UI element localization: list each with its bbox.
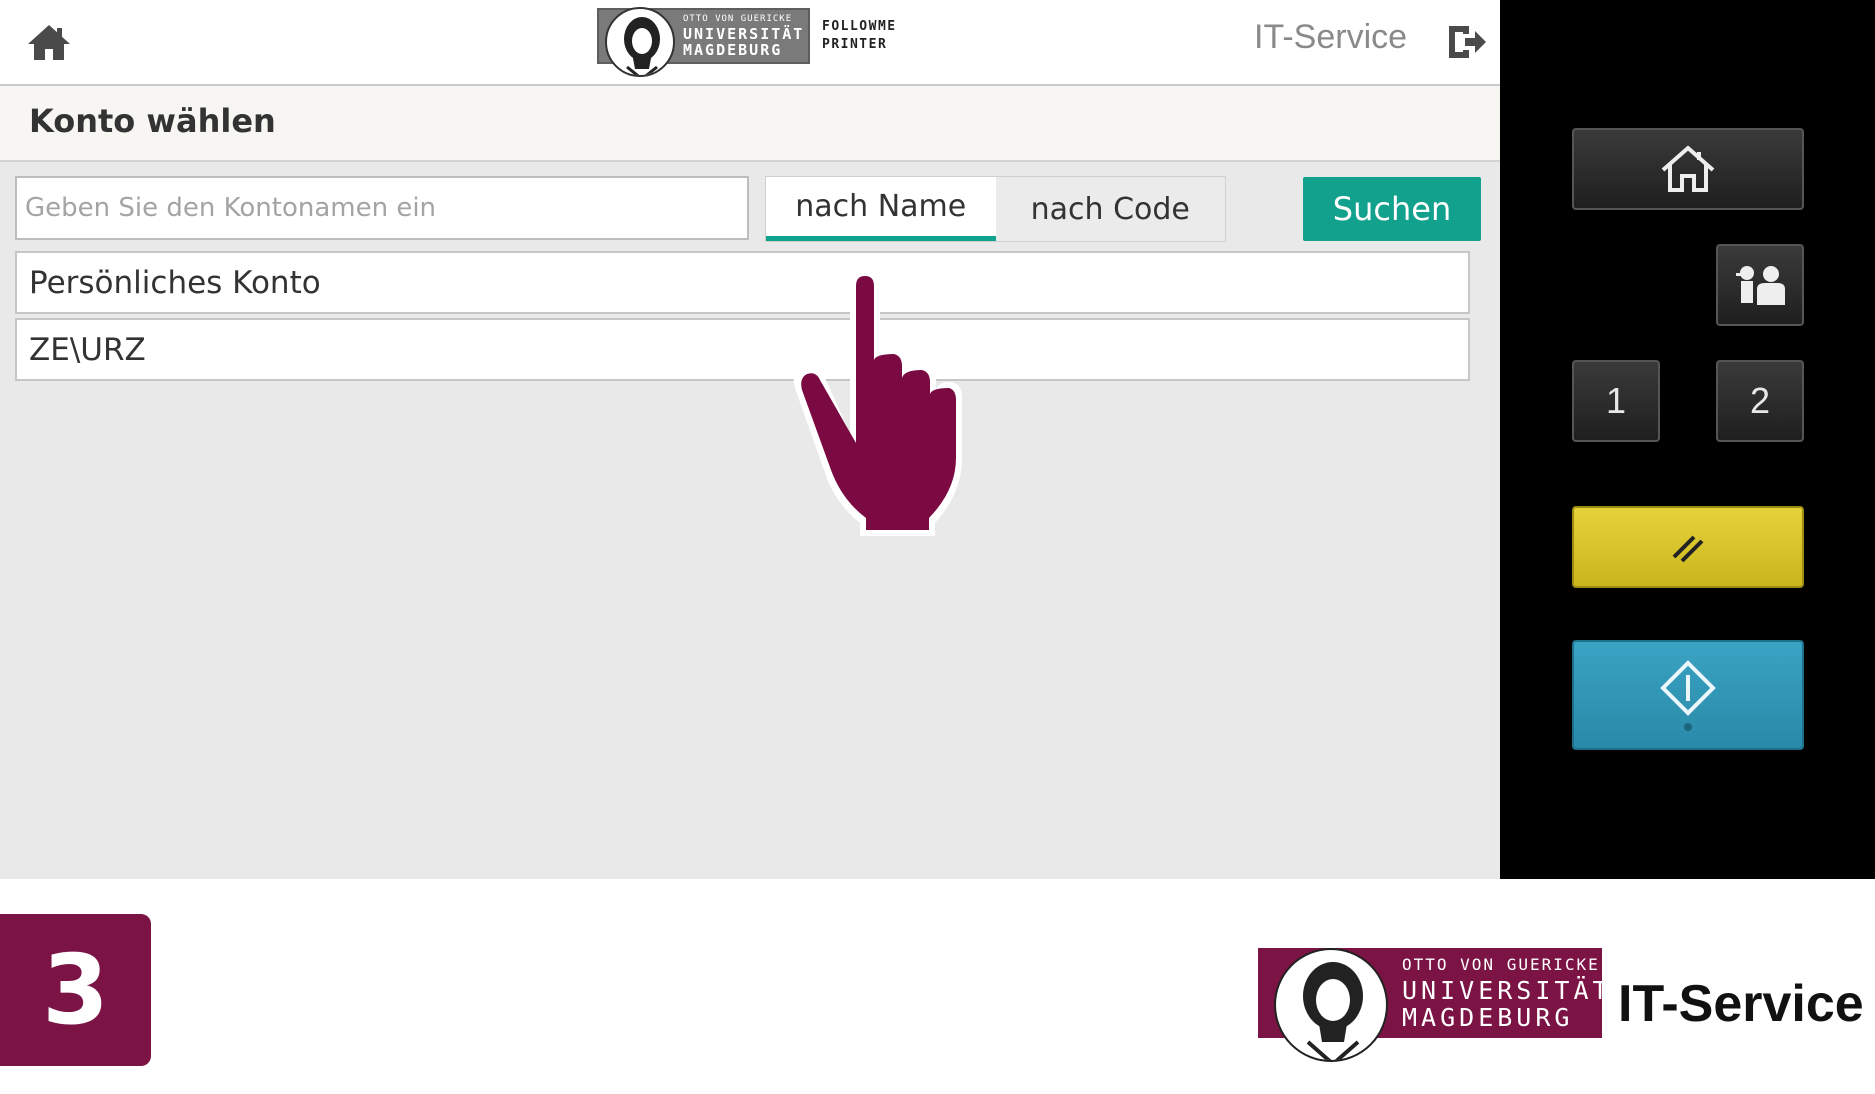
- logo-line-1: OTTO VON GUERICKE: [683, 13, 793, 24]
- guericke-portrait-icon: [1274, 948, 1388, 1062]
- guericke-portrait-icon: [605, 7, 675, 77]
- hardware-button-1[interactable]: 1: [1572, 360, 1660, 442]
- account-row[interactable]: ZE\URZ: [15, 318, 1470, 381]
- search-button[interactable]: Suchen: [1303, 177, 1481, 241]
- tab-by-name[interactable]: nach Name: [766, 177, 996, 241]
- service-label: IT-Service: [1254, 18, 1408, 56]
- hardware-button-2[interactable]: 2: [1716, 360, 1804, 442]
- logo-line-2: UNIVERSITÄT: [683, 24, 805, 43]
- hardware-start-button[interactable]: [1572, 640, 1804, 750]
- tab-by-code[interactable]: nach Code: [996, 177, 1226, 241]
- page-title: Konto wählen: [29, 102, 276, 140]
- hardware-home-button[interactable]: [1572, 128, 1804, 210]
- title-bar: Konto wählen: [0, 86, 1500, 162]
- top-bar: OTTO VON GUERICKE UNIVERSITÄT MAGDEBURG …: [0, 0, 1500, 86]
- pointing-hand-icon: [793, 268, 962, 536]
- search-mode-tabs: nach Name nach Code: [765, 176, 1226, 242]
- printer-screen: OTTO VON GUERICKE UNIVERSITÄT MAGDEBURG …: [0, 0, 1500, 879]
- followme-line-1: FOLLOWME: [822, 19, 897, 34]
- hardware-reset-button[interactable]: [1572, 506, 1804, 588]
- reset-icon: [1672, 535, 1704, 563]
- home-button[interactable]: [26, 22, 72, 62]
- account-search-input[interactable]: [15, 176, 749, 240]
- account-label: ZE\URZ: [29, 331, 146, 368]
- start-icon: [1660, 660, 1716, 731]
- followme-printer-label: FOLLOWME PRINTER: [822, 18, 897, 54]
- hardware-panel: 1 2: [1500, 0, 1875, 879]
- footer-logo-line-2: UNIVERSITÄT: [1402, 975, 1612, 1005]
- university-logo: OTTO VON GUERICKE UNIVERSITÄT MAGDEBURG …: [597, 7, 897, 77]
- user-login-icon: [1736, 266, 1785, 305]
- footer-logo-line-1: OTTO VON GUERICKE: [1402, 954, 1600, 974]
- account-row[interactable]: Persönliches Konto: [15, 251, 1470, 314]
- footer-service-label: IT-Service: [1618, 975, 1864, 1033]
- home-icon: [28, 25, 70, 60]
- logo-box: OTTO VON GUERICKE UNIVERSITÄT MAGDEBURG: [597, 7, 810, 77]
- footer-logo-text: OTTO VON GUERICKE UNIVERSITÄT MAGDEBURG: [1402, 954, 1612, 1032]
- step-number-badge: 3: [0, 914, 151, 1066]
- account-label: Persönliches Konto: [29, 264, 321, 301]
- logout-button[interactable]: [1445, 22, 1487, 62]
- footer-university-logo: OTTO VON GUERICKE UNIVERSITÄT MAGDEBURG: [1258, 948, 1608, 1062]
- home-icon: [1661, 145, 1715, 192]
- followme-line-2: PRINTER: [822, 37, 888, 52]
- logout-icon: [1449, 26, 1486, 58]
- logo-line-3: MAGDEBURG: [683, 40, 783, 59]
- footer-logo-line-3: MAGDEBURG: [1402, 1002, 1574, 1032]
- hardware-user-button[interactable]: [1716, 244, 1804, 326]
- logo-text: OTTO VON GUERICKE UNIVERSITÄT MAGDEBURG: [683, 13, 805, 59]
